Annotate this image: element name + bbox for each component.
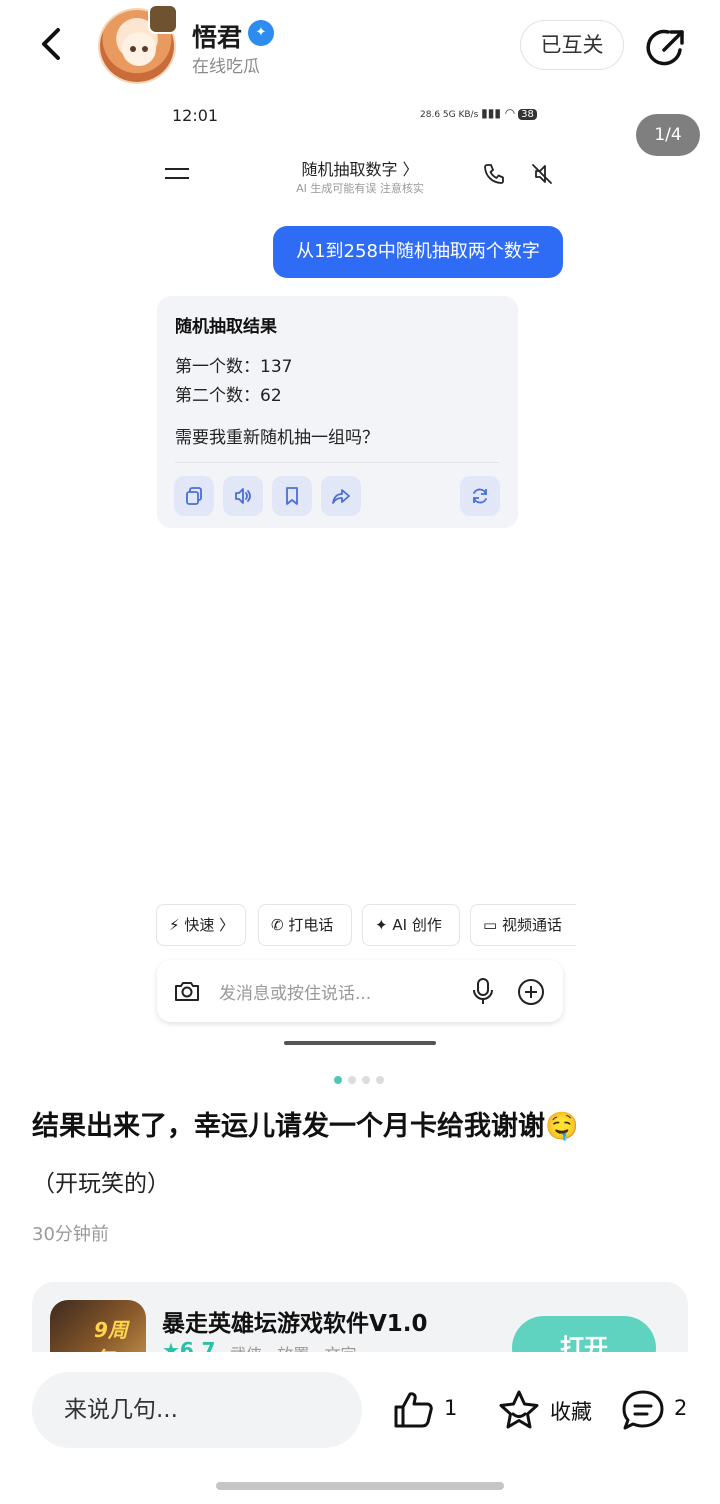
speaker-mute-icon <box>532 164 552 184</box>
ai-reply-card: 随机抽取结果 第一个数：137 第二个数：62 需要我重新随机抽一组吗？ <box>157 296 518 528</box>
copy-icon <box>174 476 214 516</box>
embedded-status-time: 12:01 <box>172 106 219 125</box>
carousel-dot <box>376 1076 384 1084</box>
comment-count: 2 <box>674 1396 688 1420</box>
favorite-label: 收藏 <box>550 1400 592 1424</box>
ai-reply-title: 随机抽取结果 <box>175 317 277 337</box>
chip-ai-create: ✦ AI 创作 <box>362 904 460 946</box>
avatar-eye <box>130 46 136 52</box>
avatar-face <box>122 32 156 66</box>
net-speed: 28.6 5G KB/s <box>420 110 479 120</box>
comment-button[interactable]: 2 <box>620 1388 692 1432</box>
comment-input[interactable]: 来说几句... <box>32 1372 362 1448</box>
ai-reply-line: 第一个数：137 <box>175 357 293 377</box>
carousel-dot <box>348 1076 356 1084</box>
chat-title: 随机抽取数字 〉 <box>301 160 419 179</box>
carousel-dot <box>362 1076 370 1084</box>
bottom-action-bar: 来说几句... 1 收藏 2 <box>0 1352 720 1504</box>
embedded-home-indicator <box>284 1041 436 1045</box>
post-time: 30分钟前 <box>32 1224 109 1245</box>
back-arrow-icon[interactable] <box>30 22 74 66</box>
top-bar: 悟君 ✦ 在线吃瓜 已互关 <box>0 0 720 92</box>
favorite-button[interactable]: 收藏 <box>496 1388 596 1432</box>
ai-reply-line: 第二个数：62 <box>175 386 282 406</box>
lightning-icon: ⚡ <box>169 916 180 934</box>
post-body: （开玩笑的） <box>32 1171 170 1197</box>
user-status: 在线吃瓜 <box>192 57 260 77</box>
chip-label: 视频通话 <box>501 916 562 934</box>
carousel-dot-active <box>334 1076 342 1084</box>
avatar-frame-decoration <box>148 4 178 34</box>
image-page-indicator: 1/4 <box>636 114 700 156</box>
thumbs-up-icon <box>394 1392 433 1428</box>
home-indicator <box>216 1482 504 1490</box>
bookmark-icon <box>272 476 312 516</box>
game-badge-icon: ✦ <box>248 20 274 46</box>
post-title: 结果出来了，幸运儿请发一个月卡给我谢谢🤤 <box>32 1111 579 1142</box>
regenerate-icon <box>460 476 500 516</box>
chip-video-call: ▭ 视频通话 <box>470 904 576 946</box>
phone-icon <box>484 164 504 184</box>
share-icon[interactable] <box>644 24 690 70</box>
embedded-status-icons: 28.6 5G KB/s ▮▮▮ ◠ 38 <box>420 106 537 120</box>
comment-bubble-icon <box>622 1390 664 1430</box>
phone-icon: ✆ <box>271 916 284 934</box>
user-name[interactable]: 悟君 <box>192 18 242 54</box>
chip-label: 快速 〉 <box>184 916 235 934</box>
video-camera-icon: ▭ <box>483 916 498 934</box>
speaker-icon <box>223 476 263 516</box>
divider <box>175 462 499 463</box>
star-icon <box>499 1390 539 1429</box>
microphone-icon <box>473 978 493 1004</box>
embedded-chat-input: 发消息或按住说话... <box>157 960 563 1022</box>
app-name: 暴走英雄坛游戏软件V1.0 <box>162 1311 428 1337</box>
chip-call: ✆ 打电话 <box>258 904 352 946</box>
battery-icon: 38 <box>518 109 537 120</box>
chip-label: AI 创作 <box>392 916 442 934</box>
input-placeholder: 发消息或按住说话... <box>219 984 372 1004</box>
avatar-eye <box>142 46 148 52</box>
like-count: 1 <box>444 1396 458 1420</box>
menu-icon <box>165 165 189 183</box>
forward-icon <box>321 476 361 516</box>
chip-label: 打电话 <box>288 916 334 934</box>
user-message-bubble: 从1到258中随机抽取两个数字 <box>273 226 563 278</box>
chip-fast: ⚡ 快速 〉 <box>156 904 246 946</box>
sparkle-icon: ✦ <box>375 916 388 934</box>
like-button[interactable]: 1 <box>392 1388 462 1432</box>
plus-circle-icon <box>518 979 544 1005</box>
post-detail-page: 悟君 ✦ 在线吃瓜 已互关 12:01 28.6 5G KB/s ▮▮▮ ◠ 3… <box>0 0 720 1504</box>
camera-icon <box>175 982 199 1001</box>
follow-button[interactable]: 已互关 <box>520 20 624 70</box>
chat-subtitle: AI 生成可能有误 注意核实 <box>296 182 424 195</box>
ai-reply-line: 需要我重新随机抽一组吗？ <box>175 428 379 448</box>
signal-icon: ▮▮▮ ◠ <box>481 106 516 120</box>
